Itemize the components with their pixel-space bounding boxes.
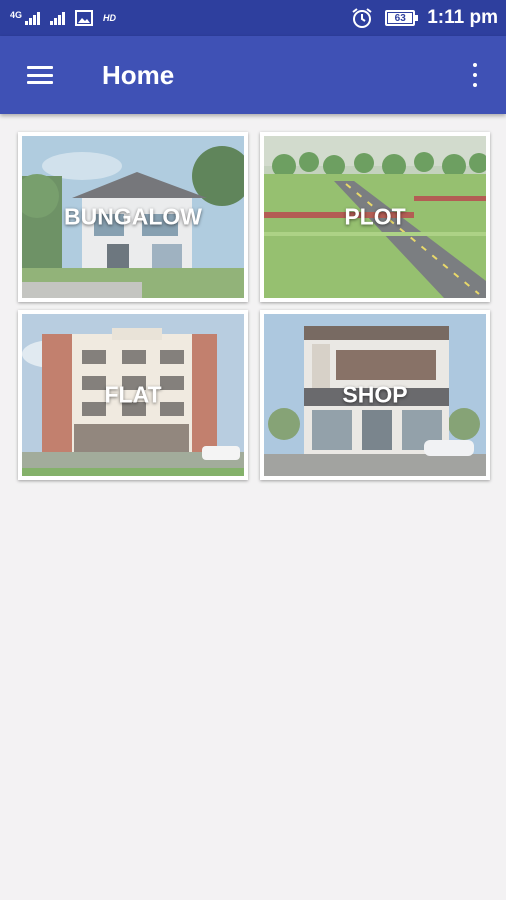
category-card-shop[interactable]: SHOP bbox=[260, 310, 490, 480]
page-title: Home bbox=[102, 59, 175, 90]
image-icon bbox=[75, 10, 94, 26]
bungalow-image: BUNGALOW bbox=[22, 136, 244, 298]
battery-level: 63 bbox=[394, 12, 406, 24]
status-bar: 4G HD 63 1:11 pm bbox=[0, 0, 506, 36]
battery-icon: 63 bbox=[385, 10, 419, 26]
alarm-icon bbox=[352, 8, 372, 28]
category-label: PLOT bbox=[344, 203, 406, 230]
category-card-plot[interactable]: PLOT bbox=[260, 132, 490, 302]
category-grid: BUNGALOW PLOT FLAT SHOP bbox=[18, 132, 490, 480]
signal-icon bbox=[50, 11, 66, 25]
category-label: SHOP bbox=[342, 381, 408, 408]
app-bar: Home bbox=[0, 36, 506, 114]
plot-image: PLOT bbox=[264, 136, 486, 298]
flat-image: FLAT bbox=[22, 314, 244, 476]
category-label: FLAT bbox=[104, 381, 162, 408]
shop-image: SHOP bbox=[264, 314, 486, 476]
category-card-flat[interactable]: FLAT bbox=[18, 310, 248, 480]
hd-label: HD bbox=[103, 13, 117, 23]
category-label: BUNGALOW bbox=[64, 203, 202, 230]
network-type-label: 4G bbox=[10, 10, 23, 20]
signal-icon: 4G bbox=[10, 10, 41, 25]
category-card-bungalow[interactable]: BUNGALOW bbox=[18, 132, 248, 302]
clock: 1:11 pm bbox=[427, 7, 498, 28]
more-vert-icon[interactable] bbox=[470, 63, 480, 87]
hamburger-menu-icon[interactable] bbox=[27, 66, 53, 84]
